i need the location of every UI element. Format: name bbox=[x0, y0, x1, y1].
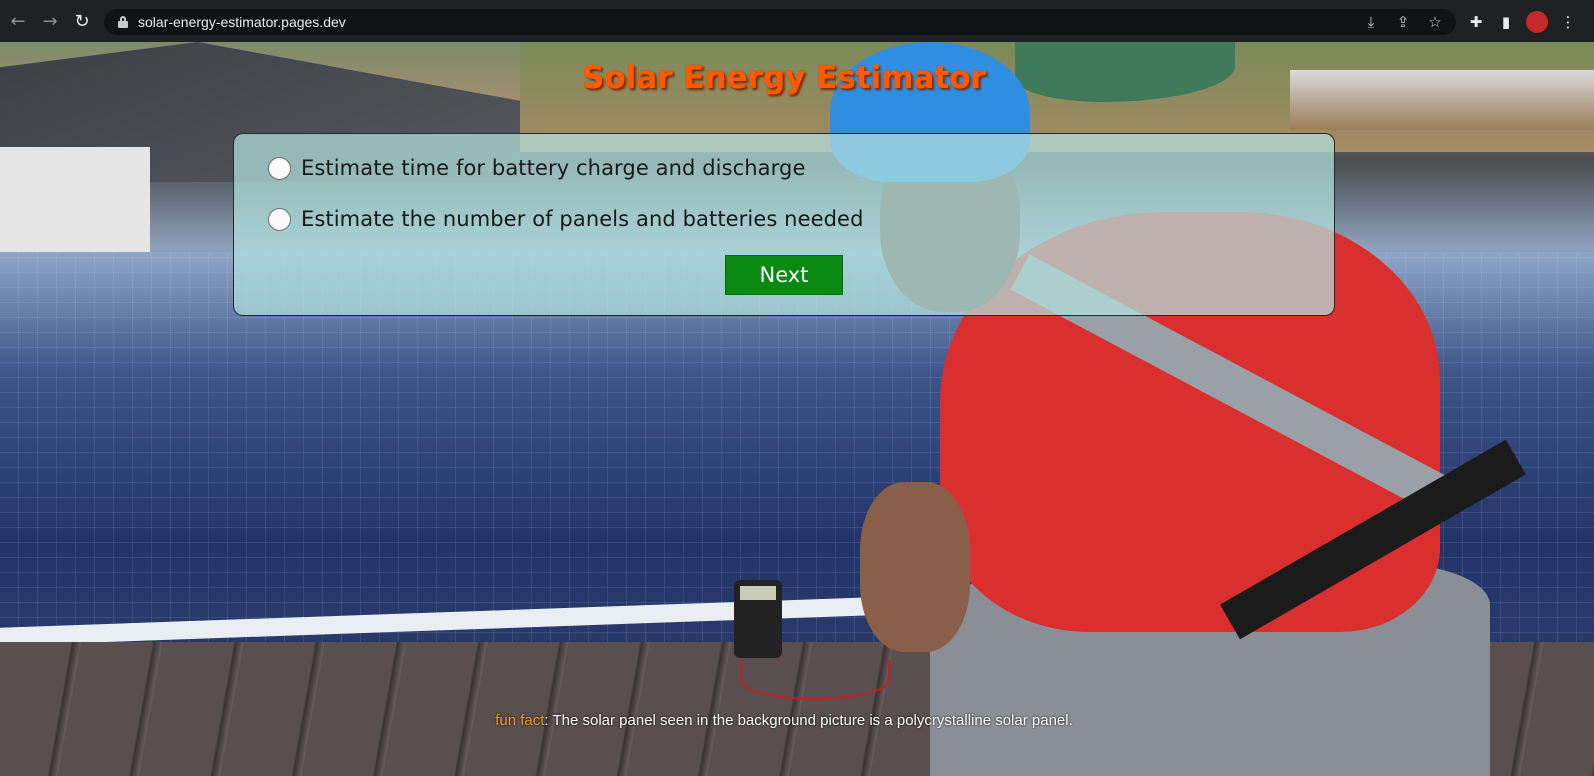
browser-toolbar: ← → ↻ solar-energy-estimator.pages.dev ⤓… bbox=[0, 0, 1594, 42]
fun-fact-label: fun fact bbox=[495, 712, 545, 729]
share-icon[interactable]: ⇪ bbox=[1394, 13, 1412, 31]
avatar[interactable] bbox=[1526, 11, 1548, 33]
lock-icon bbox=[118, 16, 128, 28]
arrow-left-icon: ← bbox=[10, 10, 26, 32]
option-panels-batteries[interactable]: Estimate the number of panels and batter… bbox=[268, 207, 864, 231]
back-button[interactable]: ← bbox=[4, 7, 32, 35]
side-panel-icon[interactable]: ▮ bbox=[1496, 13, 1516, 31]
option-label: Estimate the number of panels and batter… bbox=[301, 207, 864, 231]
puzzle-icon[interactable]: ✚ bbox=[1466, 13, 1486, 31]
option-battery-time[interactable]: Estimate time for battery charge and dis… bbox=[268, 156, 805, 180]
option-label: Estimate time for battery charge and dis… bbox=[301, 156, 806, 180]
omnibox-actions: ⤓ ⇪ ☆ bbox=[1362, 9, 1444, 35]
next-button[interactable]: Next bbox=[725, 255, 843, 295]
url-text[interactable]: solar-energy-estimator.pages.dev bbox=[138, 14, 346, 30]
forward-button[interactable]: → bbox=[36, 7, 64, 35]
fun-fact-text: : The solar panel seen in the background… bbox=[544, 712, 1073, 729]
arrow-right-icon: → bbox=[42, 10, 58, 32]
install-icon[interactable]: ⤓ bbox=[1362, 13, 1380, 31]
radio-battery-time[interactable] bbox=[268, 156, 291, 180]
star-icon[interactable]: ☆ bbox=[1426, 13, 1444, 31]
reload-button[interactable]: ↻ bbox=[68, 7, 96, 35]
kebab-menu-icon[interactable]: ⋮ bbox=[1558, 13, 1578, 31]
estimator-options-card: Estimate time for battery charge and dis… bbox=[233, 133, 1335, 316]
page-title: Solar Energy Estimator bbox=[582, 60, 986, 96]
extension-area: ✚ ▮ ⋮ bbox=[1466, 9, 1578, 35]
reload-icon: ↻ bbox=[74, 10, 90, 32]
page-viewport: Solar Energy Estimator Estimate time for… bbox=[0, 42, 1594, 776]
address-bar[interactable]: solar-energy-estimator.pages.dev ⤓ ⇪ ☆ bbox=[104, 9, 1456, 35]
radio-panels-batteries[interactable] bbox=[268, 207, 291, 231]
fun-fact: fun fact: The solar panel seen in the ba… bbox=[0, 712, 1568, 729]
